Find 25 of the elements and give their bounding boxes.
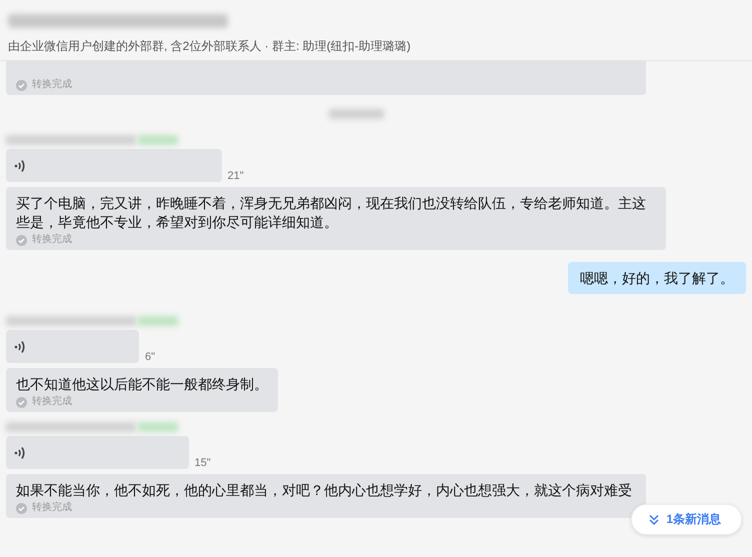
conversion-status: 转换完成 bbox=[32, 396, 72, 408]
voice-message[interactable] bbox=[6, 436, 188, 469]
outgoing-message: 嗯嗯，好的，我了解了。 bbox=[568, 262, 746, 294]
group-subtitle: 由企业微信用户创建的外部群, 含2位外部联系人 · 群主: 助理(纽扣-助理璐璐) bbox=[8, 38, 412, 55]
voice-icon bbox=[14, 158, 26, 172]
voice-duration: 21" bbox=[228, 170, 244, 182]
voice-duration: 15" bbox=[194, 457, 211, 469]
check-circle-icon bbox=[16, 234, 27, 246]
conversion-status: 转换完成 bbox=[32, 502, 72, 514]
transcript-text: 如果不能当你，他不如死，他的心里都当，对吧？他内心也想学好，内心也想强大，就这个病对难受 bbox=[16, 481, 633, 500]
double-chevron-down-icon bbox=[648, 514, 660, 526]
conversion-status: 转换完成 bbox=[32, 79, 72, 91]
voice-message[interactable] bbox=[6, 149, 222, 182]
voice-icon bbox=[14, 446, 26, 460]
voice-icon bbox=[14, 340, 26, 354]
transcript-text: 也不知道他这以后能不能一般都终身制。 bbox=[16, 375, 268, 394]
check-circle-icon bbox=[16, 80, 27, 90]
check-circle-icon bbox=[16, 396, 27, 408]
voice-duration: 6" bbox=[145, 351, 156, 363]
transcript-text: 买了个电脑，完又讲，昨晚睡不着，浑身无兄弟都凶闷，现在我们也没转给队伍，专给老师知道。主这些是，毕竟他不专业，希望对到你尽可能详细知道。 bbox=[16, 194, 647, 232]
voice-message[interactable] bbox=[6, 330, 139, 363]
new-message-button[interactable]: 1条新消息 bbox=[631, 504, 742, 535]
conversion-status: 转换完成 bbox=[32, 234, 72, 246]
blurred-timestamp bbox=[328, 109, 384, 119]
check-circle-icon bbox=[16, 502, 27, 514]
